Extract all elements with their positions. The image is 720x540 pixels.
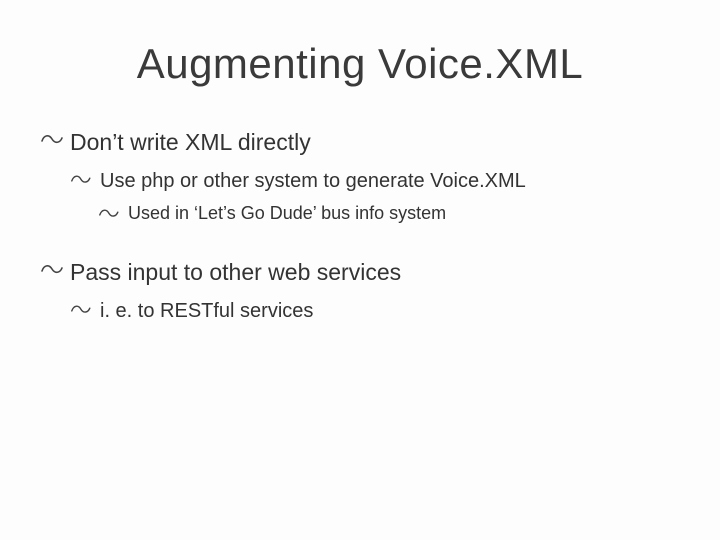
bullet-level2: i. e. to RESTful services (70, 298, 680, 324)
flourish-icon (40, 128, 66, 152)
bullet-level1: Pass input to other web services (40, 258, 680, 288)
bullet-text: Don’t write XML directly (70, 128, 680, 158)
bullet-text: Pass input to other web services (70, 258, 680, 288)
bullet-text: Used in ‘Let’s Go Dude’ bus info system (128, 202, 680, 225)
bullet-text: Use php or other system to generate Voic… (100, 168, 680, 194)
flourish-icon (70, 298, 96, 322)
slide-title: Augmenting Voice.XML (40, 40, 680, 88)
bullet-level1: Don’t write XML directly (40, 128, 680, 158)
slide: Augmenting Voice.XML Don’t write XML dir… (0, 0, 720, 540)
flourish-icon (70, 168, 96, 192)
spacer (40, 234, 680, 258)
bullet-level3: Used in ‘Let’s Go Dude’ bus info system (98, 202, 680, 226)
bullet-level2: Use php or other system to generate Voic… (70, 168, 680, 194)
bullet-text: i. e. to RESTful services (100, 298, 680, 324)
flourish-icon (98, 202, 124, 226)
flourish-icon (40, 258, 66, 282)
